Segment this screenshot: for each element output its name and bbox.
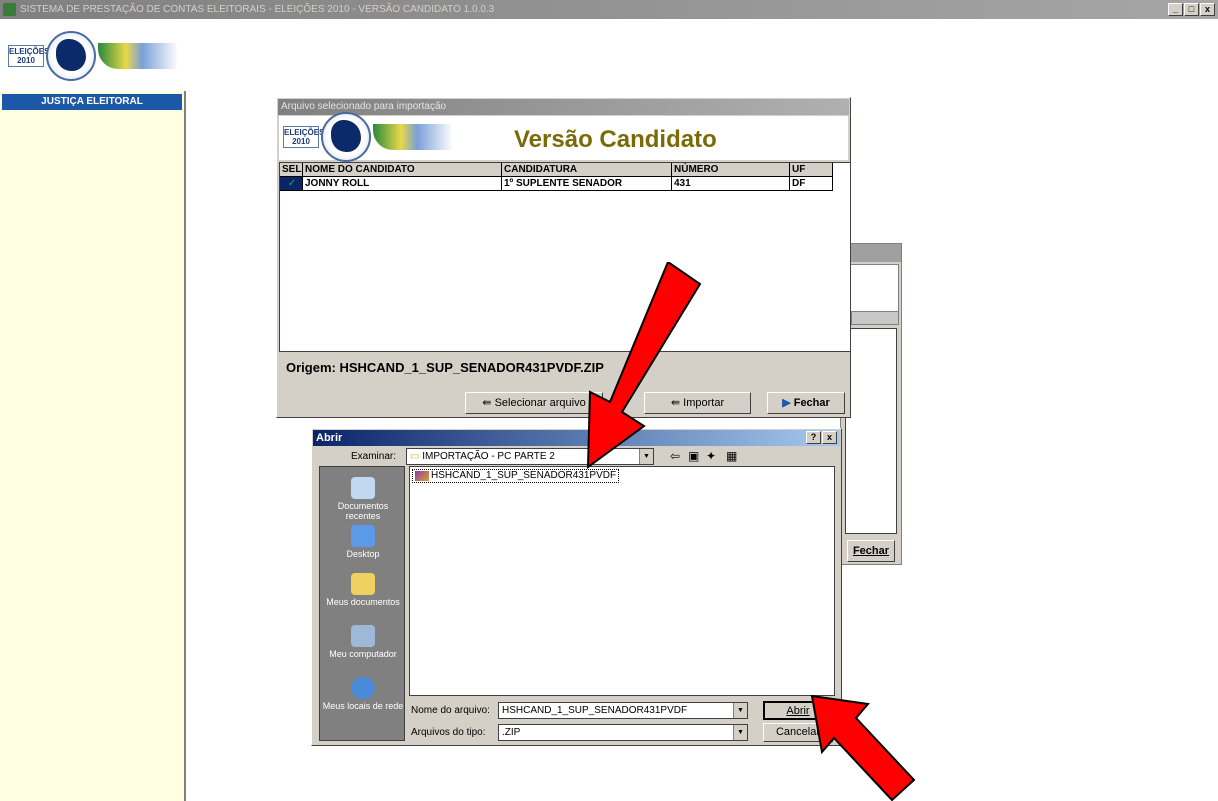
import-icon: ⇚ [670,397,684,409]
candidate-grid[interactable]: SEL. NOME DO CANDIDATO CANDIDATURA NÚMER… [279,162,851,352]
app-icon [3,3,16,16]
chevron-down-icon[interactable]: ▼ [733,725,747,740]
origin-label: Origem: HSHCAND_1_SUP_SENADOR431PVDF.ZIP [286,360,604,375]
candidate-number: 431 [672,177,790,191]
exit-door-icon: ▶ [782,397,794,409]
recent-documents-icon [351,477,375,499]
eleicoes-2010-logo: ELEIÇÕES 2010 [6,29,186,85]
sidebar-header[interactable]: JUSTIÇA ELEITORAL [2,94,182,110]
column-header[interactable]: NÚMERO [672,163,790,177]
my-documents-icon [351,573,375,595]
eleicoes-2010-logo: ELEIÇÕES 2010 [281,110,461,166]
column-header[interactable]: NOME DO CANDIDATO [303,163,502,177]
filetype-label: Arquivos do tipo: [411,727,486,738]
sidebar [0,19,186,801]
chevron-down-icon[interactable]: ▼ [639,449,653,464]
my-computer-icon [351,625,375,647]
table-row[interactable]: ✓ JONNY ROLL 1º SUPLENTE SENADOR 431 DF [280,177,833,191]
list-item[interactable]: HSHCAND_1_SUP_SENADOR431PVDF [412,469,620,483]
main-window-title: SISTEMA DE PRESTAÇÃO DE CONTAS ELEITORAI… [20,4,495,15]
place-recent-documents[interactable]: Documentos recentes [320,477,406,521]
look-in-select[interactable]: ▭ IMPORTAÇÃO - PC PARTE 2 ▼ [406,448,654,465]
import-button[interactable]: ⇚ Importar [644,392,751,414]
filename-label: Nome do arquivo: [411,705,490,716]
open-dialog-titlebar: Abrir ? x [313,430,840,446]
up-folder-icon[interactable]: ▣ [688,449,699,463]
select-file-icon: ⇚ [482,397,495,409]
places-bar: Documentos recentes Desktop Meus documen… [319,466,405,741]
chevron-down-icon[interactable]: ▼ [733,703,747,718]
close-dialog-button[interactable]: x [822,431,837,444]
open-dialog-title: Abrir [316,432,343,444]
zip-file-icon [415,471,429,481]
place-desktop[interactable]: Desktop [320,525,406,559]
cancel-button[interactable]: Cancelar [763,723,833,742]
candidacy: 1º SUPLENTE SENADOR [502,177,672,191]
versao-candidato-heading: Versão Candidato [514,126,717,153]
help-button[interactable]: ? [806,431,821,444]
maximize-button[interactable]: □ [1184,3,1199,16]
view-menu-icon[interactable]: ▦ [726,449,737,463]
place-my-computer[interactable]: Meu computador [320,625,406,659]
main-window-titlebar: SISTEMA DE PRESTAÇÃO DE CONTAS ELEITORAI… [0,0,1218,19]
file-list[interactable]: HSHCAND_1_SUP_SENADOR431PVDF [409,466,835,696]
open-file-dialog: Abrir ? x Examinar: ▭ IMPORTAÇÃO - PC PA… [311,428,842,746]
import-dialog-header: ELEIÇÕES 2010 Versão Candidato [279,112,848,162]
desktop-icon [351,525,375,547]
background-close-button[interactable]: Fechar [847,540,895,562]
network-places-icon [351,677,375,699]
select-file-button[interactable]: ⇚ Selecionar arquivo [465,392,603,414]
column-header[interactable]: SEL. [280,163,303,177]
folder-icon: ▭ [410,451,423,462]
close-button[interactable]: x [1200,3,1215,16]
filetype-select[interactable]: .ZIP ▼ [498,724,748,741]
close-import-button[interactable]: ▶ Fechar [767,392,845,414]
grid-header: SEL. NOME DO CANDIDATO CANDIDATURA NÚMER… [280,163,833,177]
back-icon[interactable]: ⇦ [670,449,680,463]
look-in-label: Examinar: [351,451,397,462]
new-folder-icon[interactable]: ✦ [706,449,716,463]
check-icon[interactable]: ✓ [280,177,303,191]
open-button[interactable]: Abrir [763,701,833,720]
candidate-uf: DF [790,177,833,191]
filename-input[interactable]: HSHCAND_1_SUP_SENADOR431PVDF ▼ [498,702,748,719]
place-network[interactable]: Meus locais de rede [320,677,406,711]
sidebar-logo-area: ELEIÇÕES 2010 [0,19,186,91]
column-header[interactable]: UF [790,163,833,177]
column-header[interactable]: CANDIDATURA [502,163,672,177]
import-dialog: Arquivo selecionado para importação ELEI… [276,97,851,418]
candidate-name: JONNY ROLL [303,177,502,191]
place-my-documents[interactable]: Meus documentos [320,573,406,607]
minimize-button[interactable]: _ [1168,3,1183,16]
